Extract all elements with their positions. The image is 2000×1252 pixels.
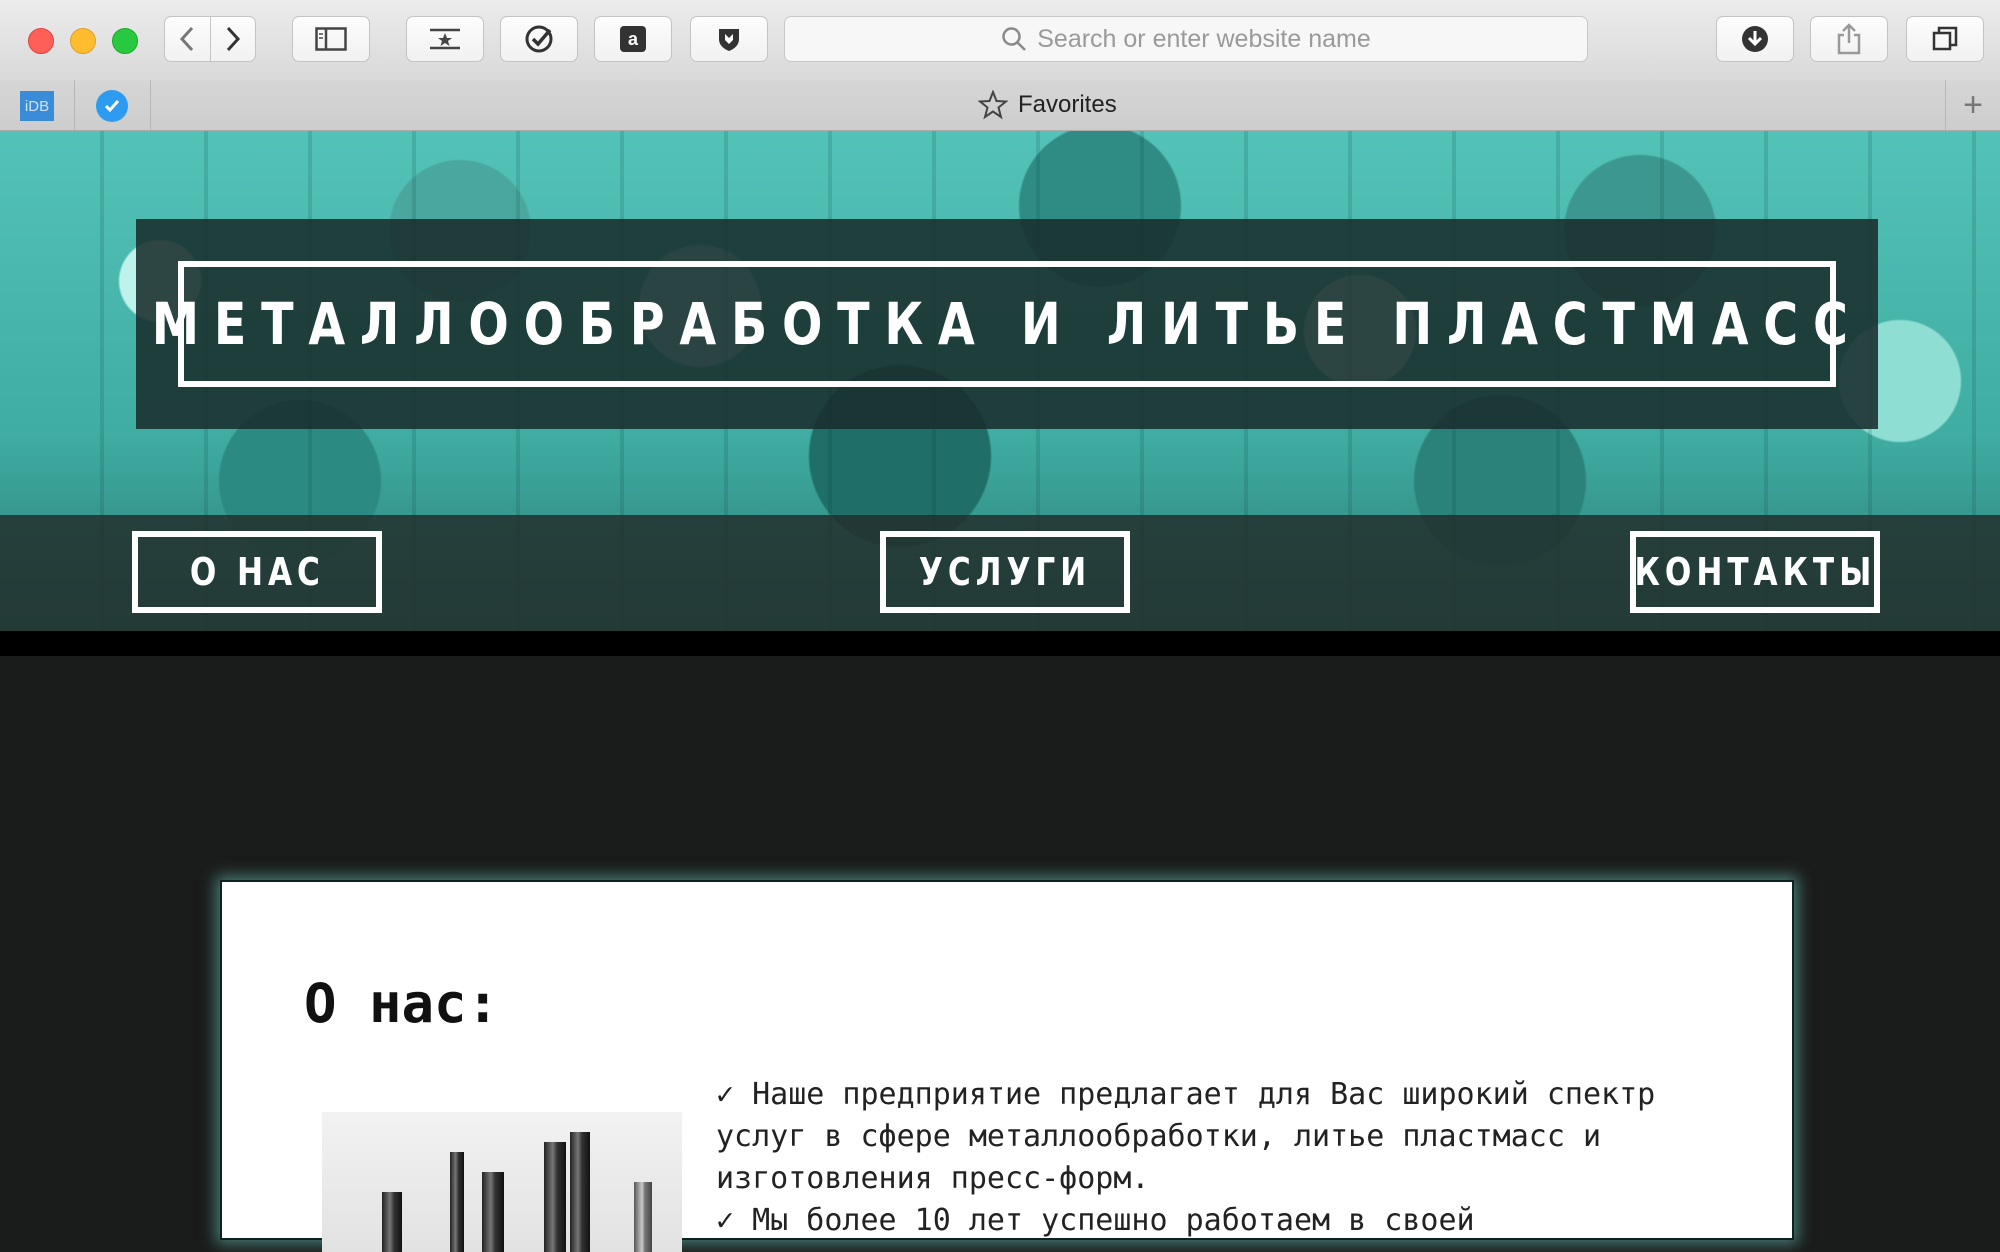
tabs-overview-button[interactable]	[1906, 16, 1984, 62]
hero-banner: МЕТАЛЛООБРАБОТКА И ЛИТЬЕ ПЛАСТМАСС О НАС…	[0, 131, 2000, 631]
sidebar-button[interactable]	[292, 16, 370, 62]
topsites-button[interactable]	[406, 16, 484, 62]
cutting-tools-image	[322, 1112, 682, 1252]
favorites-bar: iDB Favorites +	[0, 80, 2000, 131]
check-circle-icon	[525, 25, 553, 53]
about-text: ✓ Наше предприятие предлагает для Вас ши…	[716, 1074, 1656, 1242]
nav-services-label: УСЛУГИ	[918, 550, 1092, 594]
share-icon	[1837, 23, 1861, 55]
address-placeholder: Search or enter website name	[1037, 24, 1371, 53]
title-band: МЕТАЛЛООБРАБОТКА И ЛИТЬЕ ПЛАСТМАСС	[136, 219, 1878, 429]
nav-about-label: О НАС	[189, 550, 325, 594]
about-heading: О нас:	[304, 972, 500, 1035]
favorite-check-icon[interactable]	[96, 90, 128, 122]
shield-icon	[719, 29, 739, 51]
plus-icon: +	[1963, 85, 1983, 124]
share-button[interactable]	[1810, 16, 1888, 62]
chevron-right-icon	[226, 26, 240, 52]
nav-contacts-button[interactable]: КОНТАКТЫ	[1630, 531, 1880, 613]
download-icon	[1742, 26, 1768, 52]
shield-extension-button[interactable]	[690, 16, 768, 62]
downloads-button[interactable]	[1716, 16, 1794, 62]
address-bar[interactable]: Search or enter website name	[784, 16, 1588, 62]
back-button[interactable]	[165, 17, 210, 61]
amazon-extension-button[interactable]: a	[594, 16, 672, 62]
favorites-divider	[74, 80, 75, 130]
star-icon	[978, 90, 1008, 120]
favorite-idb[interactable]: iDB	[20, 91, 54, 121]
search-icon	[1002, 27, 1027, 51]
zoom-window-button[interactable]	[112, 28, 138, 54]
nav-about-button[interactable]: О НАС	[132, 531, 382, 613]
forward-button[interactable]	[209, 17, 256, 61]
amazon-icon: a	[620, 26, 646, 52]
main-nav: О НАС УСЛУГИ КОНТАКТЫ	[0, 515, 2000, 631]
site-title: МЕТАЛЛООБРАБОТКА И ЛИТЬЕ ПЛАСТМАСС	[151, 290, 1863, 358]
tabs-icon	[1932, 26, 1958, 51]
svg-text:a: a	[628, 29, 639, 49]
nav-services-button[interactable]: УСЛУГИ	[880, 531, 1130, 613]
close-window-button[interactable]	[28, 28, 54, 54]
new-tab-button[interactable]: +	[1945, 80, 2000, 130]
favorites-title: Favorites	[1018, 91, 1117, 118]
favorites-divider	[150, 80, 151, 130]
browser-toolbar: a Search or enter website name	[0, 0, 2000, 81]
history-nav	[164, 16, 256, 62]
title-frame: МЕТАЛЛООБРАБОТКА И ЛИТЬЕ ПЛАСТМАСС	[152, 261, 1848, 387]
about-paragraph: ✓ Наше предприятие предлагает для Вас ши…	[716, 1077, 1656, 1196]
minimize-window-button[interactable]	[70, 28, 96, 54]
chevron-left-icon	[180, 26, 194, 52]
about-card: О нас: ✓ Наше предприятие предлагает для…	[220, 880, 1794, 1252]
extension-check-button[interactable]	[500, 16, 578, 62]
hero-divider	[0, 631, 2000, 656]
about-paragraph: ✓ Мы более 10 лет успешно работаем в сво…	[716, 1203, 1475, 1238]
favorites-tab[interactable]: Favorites	[978, 80, 1117, 130]
sidebar-icon	[315, 27, 347, 51]
star-tray-icon	[430, 28, 460, 50]
nav-contacts-label: КОНТАКТЫ	[1634, 550, 1876, 594]
